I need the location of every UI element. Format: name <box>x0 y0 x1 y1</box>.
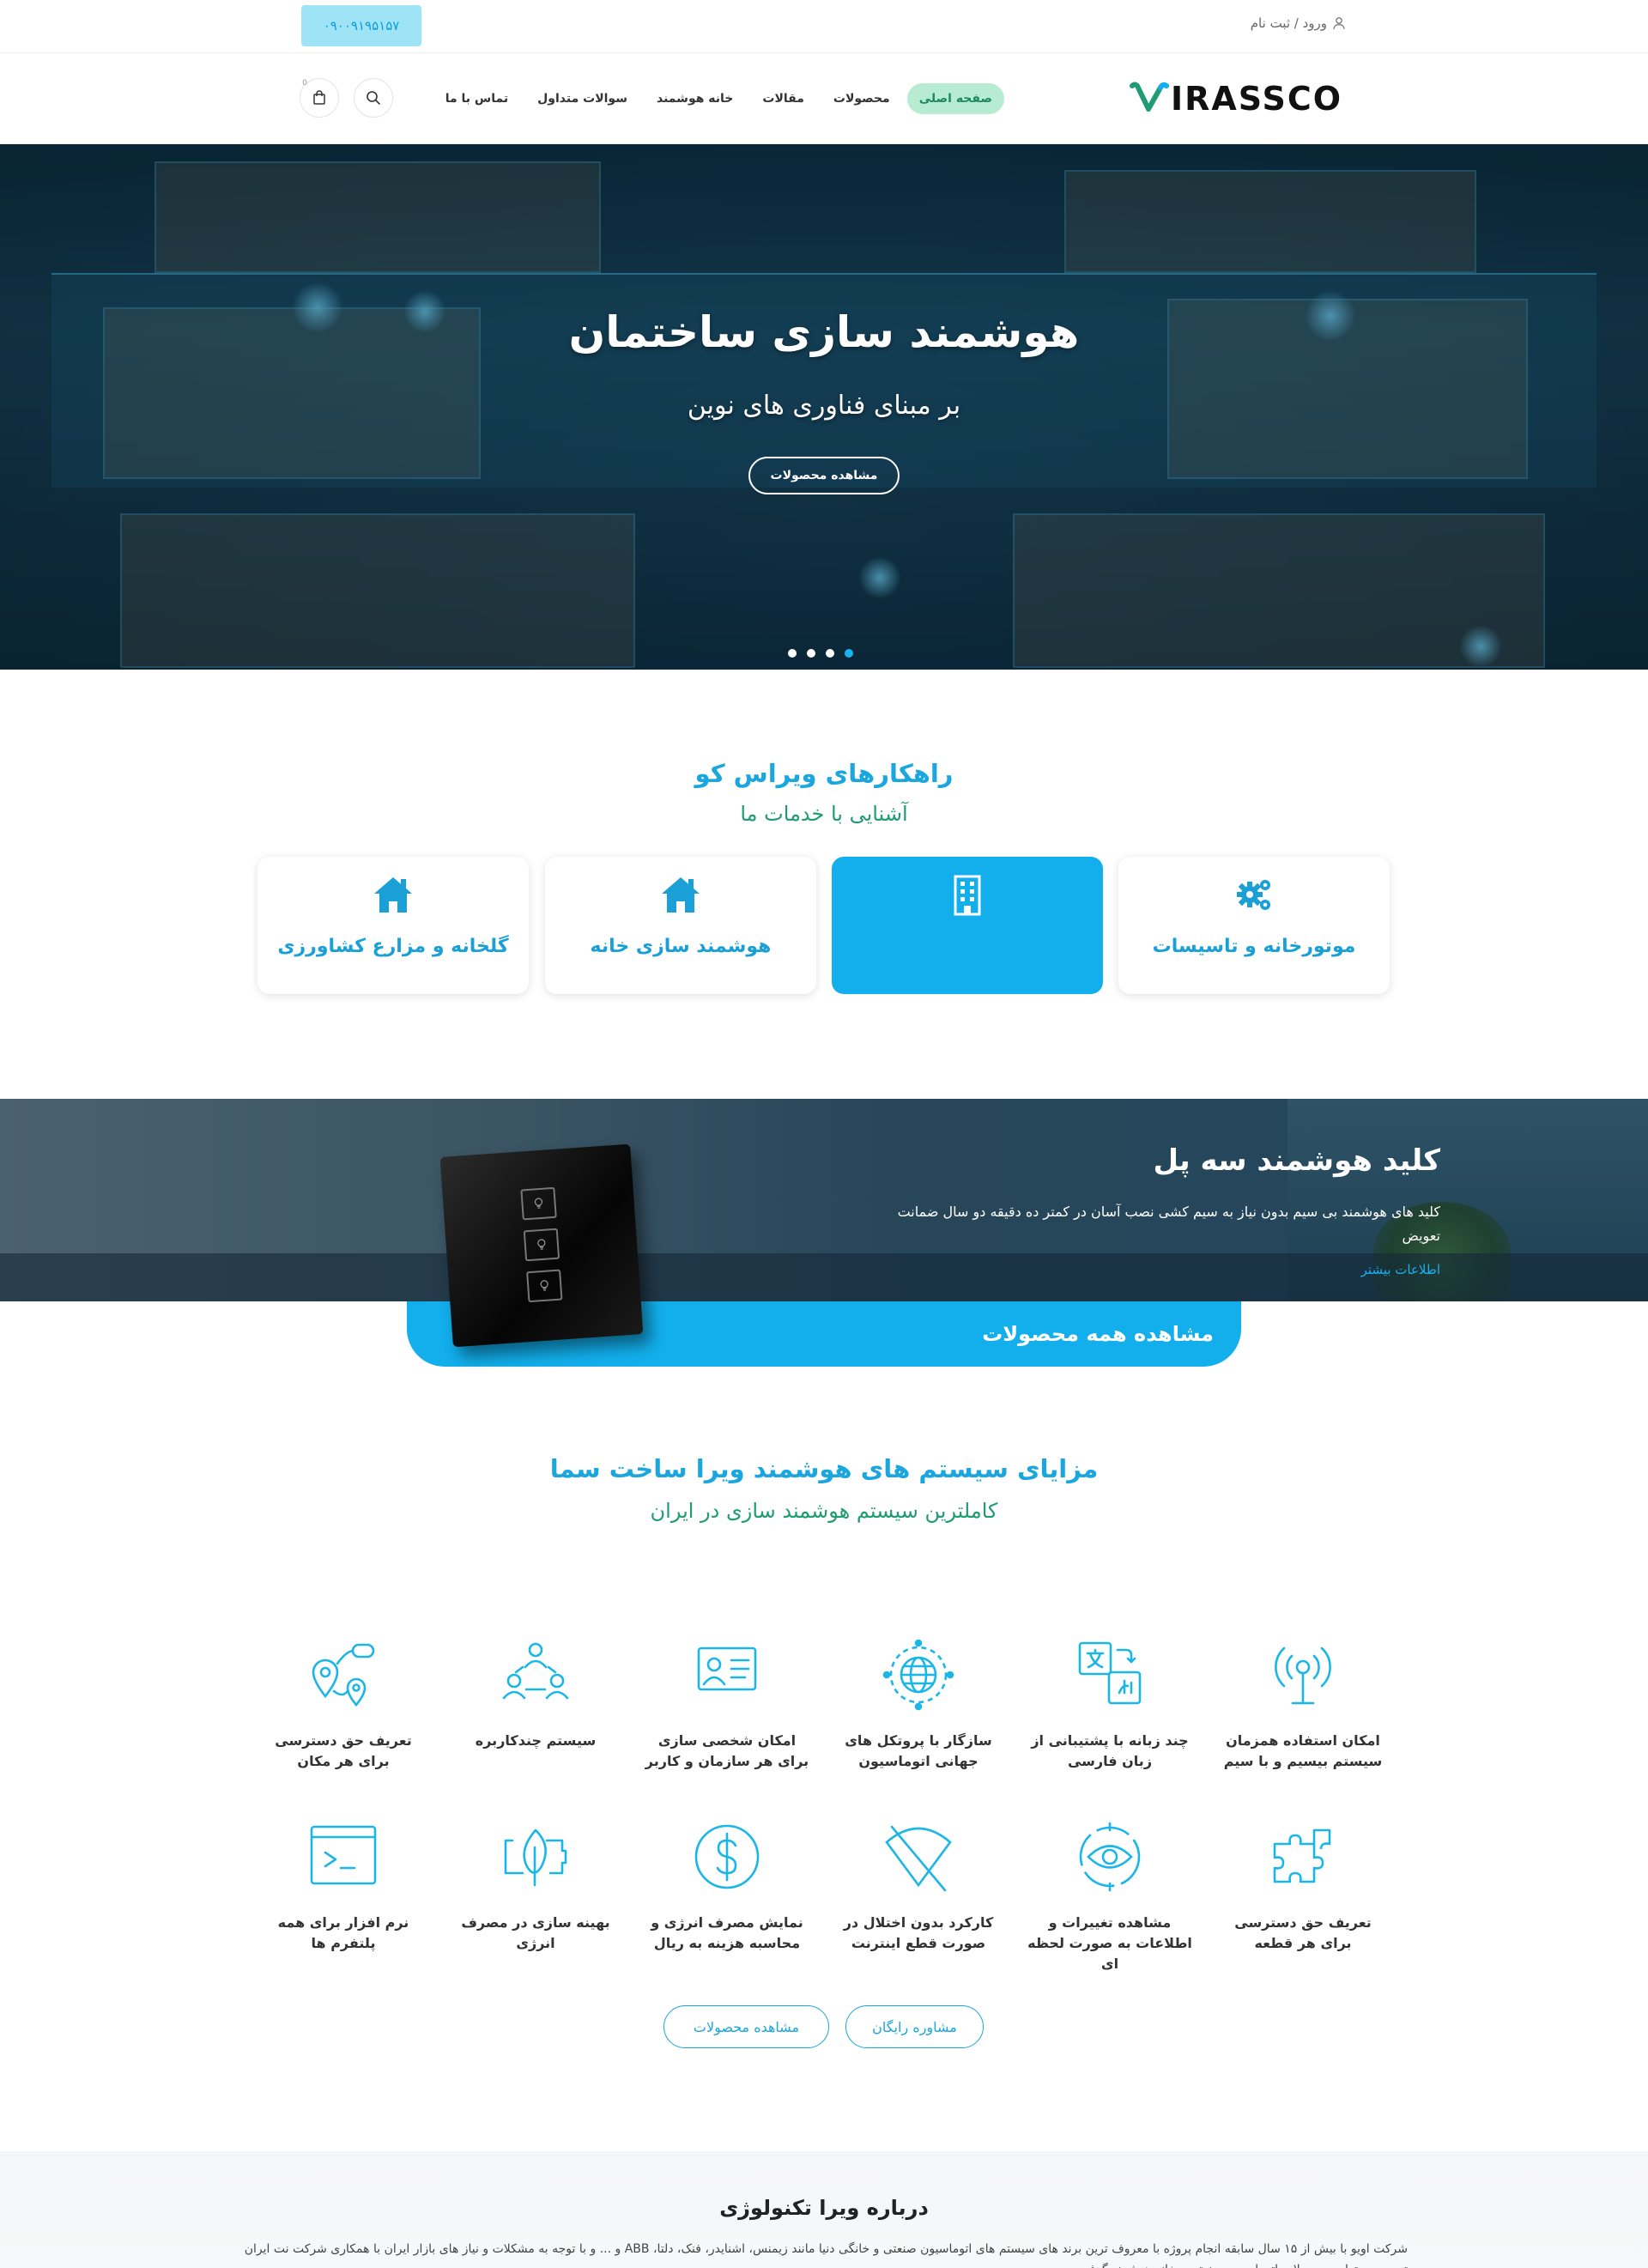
top-bar <box>0 0 1648 53</box>
hero-view-products-button[interactable]: مشاهده محصولات <box>748 457 900 494</box>
eco-battery-icon <box>504 1828 567 1887</box>
home-icon <box>374 877 412 913</box>
feature-label: مشاهده تغییرات و اطلاعات به صورت لحظه ای <box>1027 1914 1192 1972</box>
phone-button[interactable]: ۰۹۰۰۹۱۹۵۱۵۷ <box>301 5 421 46</box>
feature-label: کارکرد بدون اختلال در صورت قطع اینترنت <box>843 1914 994 1951</box>
feature-label: سازگار با پروتکل های جهانی اتوماسیون <box>845 1732 992 1769</box>
feature-item: نمایش مصرف انرژی و محاسبه هزینه به ریال <box>641 1818 813 1954</box>
login-register-link[interactable]: ورود / ثبت نام <box>1251 15 1346 31</box>
puzzle-icon <box>1273 1828 1331 1883</box>
feature-item: مشاهده تغییرات و اطلاعات به صورت لحظه ای <box>1024 1818 1196 1974</box>
slider-dot[interactable] <box>807 649 815 658</box>
feature-label: تعریف حق دسترسی برای هر قطعه <box>1234 1914 1372 1951</box>
feature-label: تعریف حق دسترسی برای هر مکان <box>275 1732 412 1769</box>
solution-card-label: موتورخانه و تاسیسات <box>1152 936 1356 957</box>
about-title: درباره ویرا تکنولوژی <box>719 2196 929 2220</box>
id-card-icon <box>697 1646 757 1691</box>
banner-more-info-link[interactable]: اطلاعات بیشتر <box>1202 1262 1440 1277</box>
features-title: مزایای سیستم های هوشمند ویرا ساخت سما <box>549 1454 1099 1483</box>
bulb-icon <box>520 1186 557 1221</box>
antenna-icon <box>1275 1646 1331 1705</box>
globe-icon <box>882 1639 954 1711</box>
solutions-title: راهکارهای ویراس کو <box>694 759 954 788</box>
switch-key <box>520 1186 557 1221</box>
home-icon <box>662 877 700 913</box>
translate-icon <box>1078 1641 1142 1705</box>
search-button[interactable] <box>354 78 393 118</box>
building-icon <box>954 875 981 916</box>
feature-label: نمایش مصرف انرژی و محاسبه هزینه به ریال <box>651 1914 803 1951</box>
solution-card-greenhouse[interactable]: گلخانه و مزارع کشاورزی <box>258 857 529 994</box>
location-route-icon <box>312 1643 375 1707</box>
banner-floor <box>0 1253 1648 1301</box>
switch-key <box>526 1269 563 1303</box>
slider-dot-active[interactable] <box>845 649 853 658</box>
solution-card-label: هوشمند سازی خانه <box>590 936 772 957</box>
feature-item: سیستم چندکاربره <box>450 1636 621 1751</box>
feature-item: تعریف حق دسترسی برای هر قطعه <box>1217 1818 1389 1954</box>
hero-subtitle: بر مبنای فناوری های نوین <box>687 391 961 421</box>
slider-dots <box>788 649 853 658</box>
feature-item: بهینه سازی در مصرف انرژی <box>450 1818 621 1954</box>
solution-card-smart-home[interactable]: هوشمند سازی خانه <box>545 857 816 994</box>
feature-label: امکان شخصی سازی برای هر سازمان و کاربر <box>645 1732 809 1769</box>
bulb-icon <box>523 1228 560 1262</box>
solutions-subtitle: آشنایی با خدمات ما <box>740 802 908 826</box>
features-subtitle: کاملترین سیستم هوشمند سازی در ایران <box>650 1499 998 1523</box>
solution-card-building[interactable] <box>832 857 1103 994</box>
shopping-bag-icon <box>313 90 325 105</box>
solution-card-label: گلخانه و مزارع کشاورزی <box>277 936 509 957</box>
feature-label: بهینه سازی در مصرف انرژی <box>461 1914 610 1951</box>
nav-home[interactable]: صفحه اصلی <box>906 83 1004 114</box>
hero-title: هوشمند سازی ساختمان <box>568 307 1080 357</box>
logo-v-icon <box>1130 82 1169 112</box>
about-text: شرکت اویو با بیش از ۱۵ سال سابقه انجام پ… <box>244 2242 1408 2268</box>
feature-item: تعریف حق دسترسی برای هر مکان <box>258 1636 429 1772</box>
nav-products[interactable]: محصولات <box>821 83 902 114</box>
nav-faq[interactable]: سوالات متداول <box>525 83 639 114</box>
feature-item: امکان شخصی سازی برای هر سازمان و کاربر <box>641 1636 813 1772</box>
feature-item: امکان استفاده همزمان سیستم بیسیم و با سی… <box>1217 1636 1389 1772</box>
feature-label: امکان استفاده همزمان سیستم بیسیم و با سی… <box>1223 1732 1383 1769</box>
free-consultation-button[interactable]: مشاوره رایگان <box>845 2005 984 2048</box>
gears-icon <box>1237 880 1270 910</box>
switch-key <box>523 1228 560 1262</box>
view-products-button[interactable]: مشاهده محصولات <box>663 2005 829 2048</box>
multi-user-icon <box>502 1642 569 1700</box>
slider-dot[interactable] <box>788 649 797 658</box>
feature-label: چند زبانه با پشتیبانی از زبان فارسی <box>1031 1732 1189 1769</box>
banner-description: کلید های هوشمند بی سیم بدون نیاز به سیم … <box>897 1204 1440 1244</box>
solution-card-engine-room[interactable]: موتورخانه و تاسیسات <box>1118 857 1390 994</box>
nav-contact[interactable]: تماس با ما <box>433 83 520 114</box>
dollar-icon <box>694 1824 760 1889</box>
cart-count-badge: 0 <box>302 79 307 88</box>
feature-item: سازگار با پروتکل های جهانی اتوماسیون <box>833 1636 1004 1772</box>
feature-item: چند زبانه با پشتیبانی از زبان فارسی <box>1024 1636 1196 1772</box>
no-wifi-icon <box>885 1825 952 1892</box>
feature-label: سیستم چندکاربره <box>475 1732 597 1749</box>
main-nav: صفحه اصلی محصولات مقالات خانه هوشمند سوا… <box>445 81 1004 117</box>
logo[interactable]: IRASSCO <box>1130 79 1344 118</box>
smart-switch-image <box>439 1143 644 1348</box>
bulb-icon <box>526 1269 563 1303</box>
user-icon <box>1333 17 1345 30</box>
feature-item: کارکرد بدون اختلال در صورت قطع اینترنت <box>833 1818 1004 1954</box>
search-icon <box>367 91 380 105</box>
view-all-products-label: مشاهده همه محصولات <box>982 1322 1214 1346</box>
login-label: ورود / ثبت نام <box>1250 15 1327 31</box>
terminal-icon <box>310 1825 377 1885</box>
banner-title: کلید هوشمند سه پل <box>1153 1143 1441 1178</box>
feature-item: نرم افزار برای همه پلتفرم ها <box>258 1818 429 1954</box>
feature-label: نرم افزار برای همه پلتفرم ها <box>277 1914 409 1951</box>
slider-dot[interactable] <box>826 649 834 658</box>
nav-smart-home[interactable]: خانه هوشمند <box>645 83 745 114</box>
logo-text: IRASSCO <box>1171 80 1343 118</box>
eye-icon <box>1079 1822 1141 1892</box>
nav-articles[interactable]: مقالات <box>750 83 816 114</box>
